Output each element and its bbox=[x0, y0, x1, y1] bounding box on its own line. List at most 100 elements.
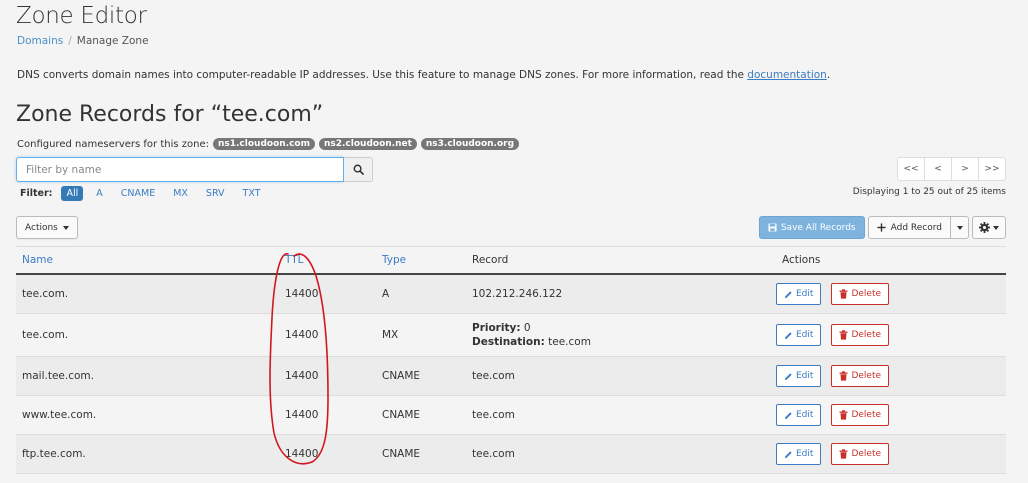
nameserver-badge: ns3.cloudoon.org bbox=[420, 138, 520, 150]
plus-icon bbox=[877, 223, 886, 232]
trash-icon bbox=[839, 330, 848, 340]
pagination-info: Displaying 1 to 25 out of 25 items bbox=[852, 187, 1006, 197]
prev-page-button[interactable]: < bbox=[924, 157, 952, 181]
delete-button[interactable]: Delete bbox=[831, 324, 890, 346]
record-value: tee.com bbox=[472, 370, 515, 382]
table-row: tee.com. 14400 A 102.212.246.122 Edit De… bbox=[16, 275, 1006, 314]
record-toolbar: Save All Records Add Record bbox=[758, 216, 1006, 239]
page-description: DNS converts domain names into computer-… bbox=[17, 69, 830, 81]
filter-row: Filter: All A CNAME MX SRV TXT bbox=[20, 186, 274, 201]
actions-dropdown-button[interactable]: Actions bbox=[16, 216, 78, 239]
trash-icon bbox=[839, 449, 848, 459]
actions-label: Actions bbox=[25, 222, 58, 233]
trash-icon bbox=[839, 371, 848, 381]
first-page-button[interactable]: << bbox=[897, 157, 925, 181]
pencil-icon bbox=[784, 372, 792, 380]
row-actions: Edit Delete bbox=[776, 324, 890, 346]
save-icon bbox=[768, 223, 777, 232]
table-header: Name TTL Type Record Actions bbox=[16, 247, 1006, 275]
record-name: tee.com. bbox=[22, 288, 69, 300]
header-actions: Actions bbox=[782, 254, 821, 266]
row-actions: Edit Delete bbox=[776, 283, 890, 305]
record-value: 102.212.246.122 bbox=[472, 288, 563, 300]
delete-label: Delete bbox=[851, 449, 882, 459]
mx-destination: Destination: tee.com bbox=[472, 336, 591, 348]
record-type: CNAME bbox=[382, 448, 421, 460]
delete-button[interactable]: Delete bbox=[831, 365, 890, 387]
gear-icon bbox=[979, 222, 990, 233]
record-ttl: 14400 bbox=[285, 329, 319, 341]
chevron-down-icon bbox=[993, 225, 999, 230]
breadcrumb-current: Manage Zone bbox=[76, 35, 149, 47]
delete-button[interactable]: Delete bbox=[831, 283, 890, 305]
zone-records-table: Name TTL Type Record Actions tee.com. 14… bbox=[16, 246, 1006, 474]
search-button[interactable] bbox=[344, 157, 373, 182]
edit-label: Edit bbox=[796, 289, 814, 299]
row-actions: Edit Delete bbox=[776, 365, 890, 387]
trash-icon bbox=[839, 410, 848, 420]
nameserver-badge: ns1.cloudoon.com bbox=[212, 138, 315, 150]
edit-button[interactable]: Edit bbox=[776, 404, 822, 426]
filter-srv[interactable]: SRV bbox=[201, 186, 230, 201]
save-all-label: Save All Records bbox=[780, 222, 856, 233]
search-icon bbox=[353, 164, 364, 175]
add-record-button[interactable]: Add Record bbox=[867, 216, 951, 239]
breadcrumb-separator: / bbox=[68, 35, 72, 47]
record-name: mail.tee.com. bbox=[22, 370, 94, 382]
filter-a[interactable]: A bbox=[91, 186, 108, 201]
edit-button[interactable]: Edit bbox=[776, 443, 822, 465]
sort-by-name-link[interactable]: Name bbox=[22, 254, 53, 266]
record-name: ftp.tee.com. bbox=[22, 448, 86, 460]
documentation-link[interactable]: documentation bbox=[747, 69, 827, 81]
row-actions: Edit Delete bbox=[776, 443, 890, 465]
chevron-down-icon bbox=[62, 225, 69, 230]
delete-label: Delete bbox=[851, 330, 882, 340]
sort-by-ttl-link[interactable]: TTL bbox=[285, 254, 304, 266]
last-page-button[interactable]: >> bbox=[978, 157, 1006, 181]
sort-by-type-link[interactable]: Type bbox=[382, 254, 406, 266]
add-record-group: Add Record bbox=[867, 216, 969, 239]
search-input[interactable] bbox=[16, 157, 344, 182]
edit-button[interactable]: Edit bbox=[776, 283, 822, 305]
record-value: tee.com bbox=[472, 448, 515, 460]
header-type[interactable]: Type bbox=[382, 254, 406, 266]
trash-icon bbox=[839, 289, 848, 299]
header-record: Record bbox=[472, 254, 509, 266]
filter-mx[interactable]: MX bbox=[168, 186, 193, 201]
filter-cname[interactable]: CNAME bbox=[116, 186, 160, 201]
edit-label: Edit bbox=[796, 410, 814, 420]
save-all-records-button[interactable]: Save All Records bbox=[758, 216, 865, 239]
delete-button[interactable]: Delete bbox=[831, 404, 890, 426]
nameservers-line: Configured nameservers for this zone: ns… bbox=[17, 138, 520, 150]
settings-dropdown-button[interactable] bbox=[972, 216, 1006, 239]
edit-label: Edit bbox=[796, 330, 814, 340]
next-page-button[interactable]: > bbox=[951, 157, 979, 181]
chevron-down-icon bbox=[956, 225, 963, 230]
mx-priority: Priority: 0 bbox=[472, 322, 531, 334]
edit-button[interactable]: Edit bbox=[776, 365, 822, 387]
breadcrumb: Domains / Manage Zone bbox=[17, 35, 149, 47]
edit-button[interactable]: Edit bbox=[776, 324, 822, 346]
nameserver-badge: ns2.cloudoon.net bbox=[318, 138, 417, 150]
delete-button[interactable]: Delete bbox=[831, 443, 890, 465]
record-type: CNAME bbox=[382, 370, 421, 382]
breadcrumb-domains-link[interactable]: Domains bbox=[17, 35, 63, 47]
record-type: A bbox=[382, 288, 390, 300]
filter-all[interactable]: All bbox=[61, 186, 84, 201]
row-actions: Edit Delete bbox=[776, 404, 890, 426]
record-ttl: 14400 bbox=[285, 409, 319, 421]
table-row: www.tee.com. 14400 CNAME tee.com Edit De… bbox=[16, 396, 1006, 435]
filter-txt[interactable]: TXT bbox=[238, 186, 266, 201]
header-ttl[interactable]: TTL bbox=[285, 254, 304, 266]
record-ttl: 14400 bbox=[285, 448, 319, 460]
pencil-icon bbox=[784, 331, 792, 339]
table-row: ftp.tee.com. 14400 CNAME tee.com Edit De… bbox=[16, 435, 1006, 474]
add-record-dropdown-toggle[interactable] bbox=[951, 216, 969, 239]
header-name[interactable]: Name bbox=[22, 254, 53, 266]
filter-label: Filter: bbox=[20, 188, 53, 199]
edit-label: Edit bbox=[796, 371, 814, 381]
zone-records-title: Zone Records for “tee.com” bbox=[16, 102, 324, 127]
page-title: Zone Editor bbox=[16, 3, 147, 29]
record-type: MX bbox=[382, 329, 399, 341]
record-value: Priority: 0 Destination: tee.com bbox=[472, 321, 591, 349]
